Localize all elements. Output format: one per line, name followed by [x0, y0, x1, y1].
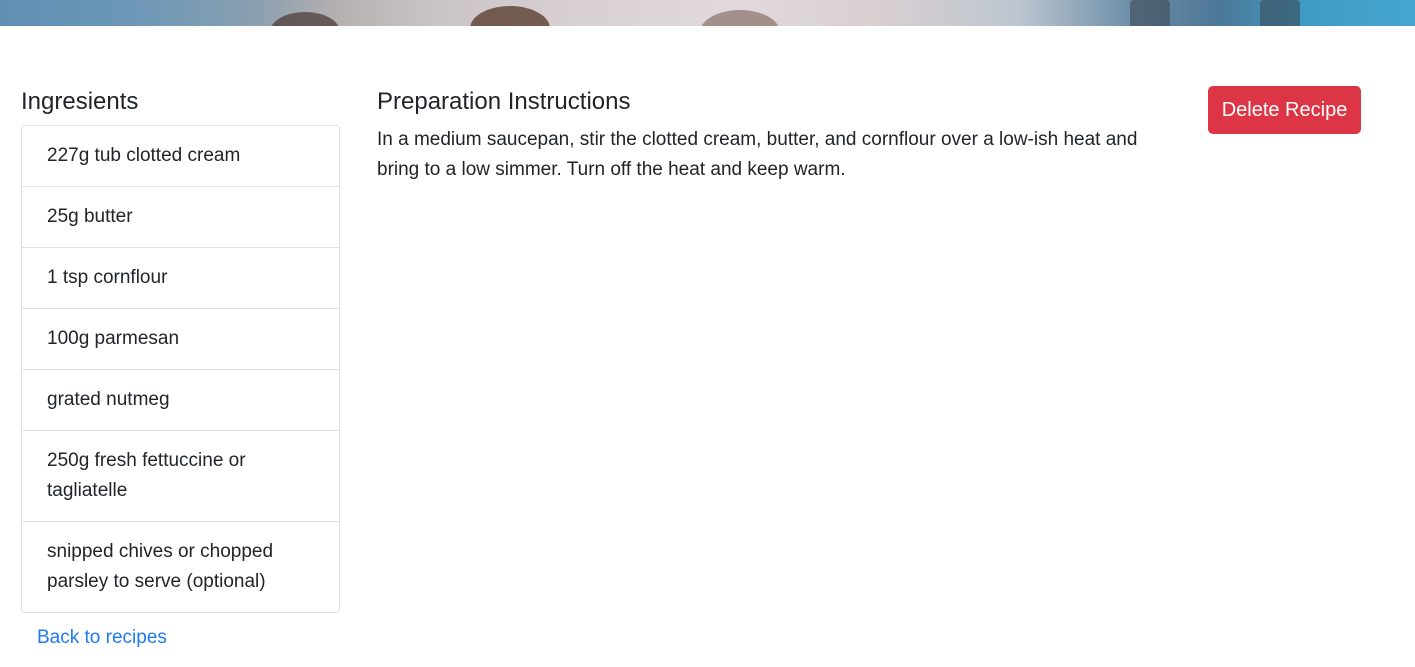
- preparation-section: Preparation Instructions In a medium sau…: [377, 87, 1157, 185]
- hero-food-shape: [700, 10, 780, 26]
- hero-fork-shape: [1130, 0, 1170, 26]
- ingredients-panel: Ingresients 227g tub clotted cream 25g b…: [21, 87, 340, 651]
- ingredient-item: 1 tsp cornflour: [22, 248, 339, 309]
- hero-food-shape: [470, 6, 550, 26]
- ingredient-item: 227g tub clotted cream: [22, 126, 339, 187]
- ingredients-list: 227g tub clotted cream 25g butter 1 tsp …: [21, 125, 340, 613]
- recipe-hero-image: [0, 0, 1415, 26]
- back-to-recipes-link[interactable]: Back to recipes: [37, 625, 167, 651]
- ingredient-item: grated nutmeg: [22, 370, 339, 431]
- hero-food-shape: [270, 12, 340, 26]
- ingredient-item: 250g fresh fettuccine or tagliatelle: [22, 431, 339, 522]
- ingredient-item: snipped chives or chopped parsley to ser…: [47, 541, 274, 592]
- delete-recipe-button[interactable]: Delete Recipe: [1208, 86, 1361, 134]
- preparation-heading: Preparation Instructions: [377, 88, 631, 115]
- hero-fork-shape: [1260, 0, 1300, 26]
- ingredient-item: 25g butter: [22, 187, 339, 248]
- preparation-text: In a medium saucepan, stir the clotted c…: [377, 129, 1138, 180]
- ingredient-item: 100g parmesan: [22, 309, 339, 370]
- ingredients-heading: Ingresients: [21, 88, 139, 115]
